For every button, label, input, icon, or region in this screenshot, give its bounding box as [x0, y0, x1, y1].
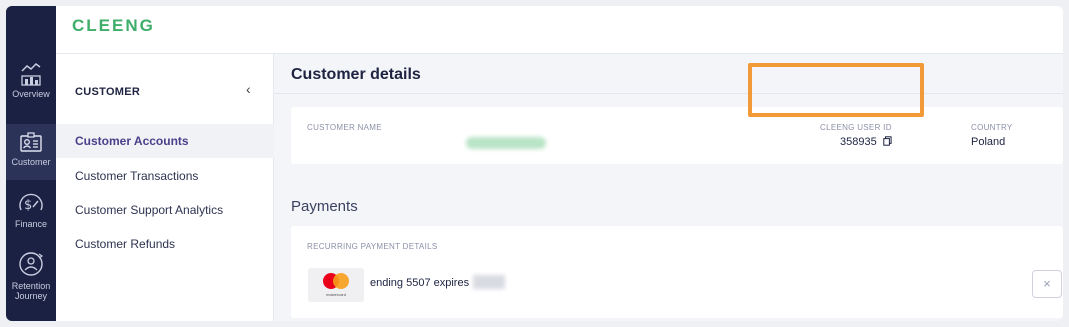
- rail-item-customer[interactable]: Customer: [6, 124, 56, 180]
- mastercard-icon: mastercard: [308, 268, 364, 302]
- rail-label: Overview: [12, 89, 50, 99]
- user-id-value: 358935: [840, 136, 892, 148]
- user-id-text: 358935: [840, 136, 877, 148]
- customer-name-label: CUSTOMER NAME: [307, 123, 382, 132]
- divider: [274, 93, 1063, 94]
- card-details: ending 5507 expires: [370, 277, 470, 289]
- close-button[interactable]: ×: [1032, 270, 1062, 298]
- cleeng-logo[interactable]: CLEENG: [72, 16, 155, 36]
- main-content: Customer details CUSTOMER NAME CLEENG US…: [274, 54, 1063, 321]
- sidebar-item-customer-refunds[interactable]: Customer Refunds: [56, 227, 274, 261]
- sidebar-item-customer-transactions[interactable]: Customer Transactions: [56, 159, 274, 193]
- copy-icon[interactable]: [883, 136, 892, 146]
- id-card-icon: [20, 132, 42, 152]
- payments-card: RECURRING PAYMENT DETAILS mastercard end…: [291, 226, 1063, 318]
- icon-rail: Overview Customer $ Finance Retention Jo…: [6, 6, 56, 321]
- sidebar-title: CUSTOMER: [75, 86, 141, 98]
- rail-label: Finance: [14, 219, 48, 229]
- retention-icon: [19, 252, 44, 276]
- country-value: Poland: [971, 136, 1006, 148]
- page-title: Customer details: [291, 66, 421, 83]
- country-label: COUNTRY: [971, 123, 1013, 132]
- chart-icon: [21, 63, 41, 86]
- sidebar-item-customer-support-analytics[interactable]: Customer Support Analytics: [56, 193, 274, 227]
- card-expiry-value: [473, 275, 505, 289]
- sidebar-item-customer-accounts[interactable]: Customer Accounts: [56, 124, 274, 158]
- rail-item-finance[interactable]: $ Finance: [6, 190, 56, 242]
- rail-item-retention-journey[interactable]: Retention Journey: [6, 250, 56, 314]
- chevron-left-icon[interactable]: ‹: [246, 81, 251, 97]
- recurring-payment-label: RECURRING PAYMENT DETAILS: [307, 242, 438, 251]
- svg-text:$: $: [24, 198, 32, 213]
- user-id-label: CLEENG USER ID: [820, 123, 892, 132]
- payments-title: Payments: [291, 198, 358, 215]
- customer-name-value: [466, 137, 546, 149]
- highlight-box: [748, 63, 924, 117]
- rail-label: Retention Journey: [11, 281, 51, 301]
- rail-item-overview[interactable]: Overview: [6, 62, 56, 114]
- top-bar: CLEENG: [56, 6, 1063, 54]
- rail-label: Customer: [11, 157, 51, 167]
- customer-sidebar: CUSTOMER ‹ Customer Accounts Customer Tr…: [56, 54, 274, 321]
- customer-details-card: CUSTOMER NAME CLEENG USER ID 358935 COUN…: [291, 107, 1063, 164]
- app-window: Overview Customer $ Finance Retention Jo…: [6, 6, 1063, 321]
- dollar-gauge-icon: $: [19, 193, 43, 213]
